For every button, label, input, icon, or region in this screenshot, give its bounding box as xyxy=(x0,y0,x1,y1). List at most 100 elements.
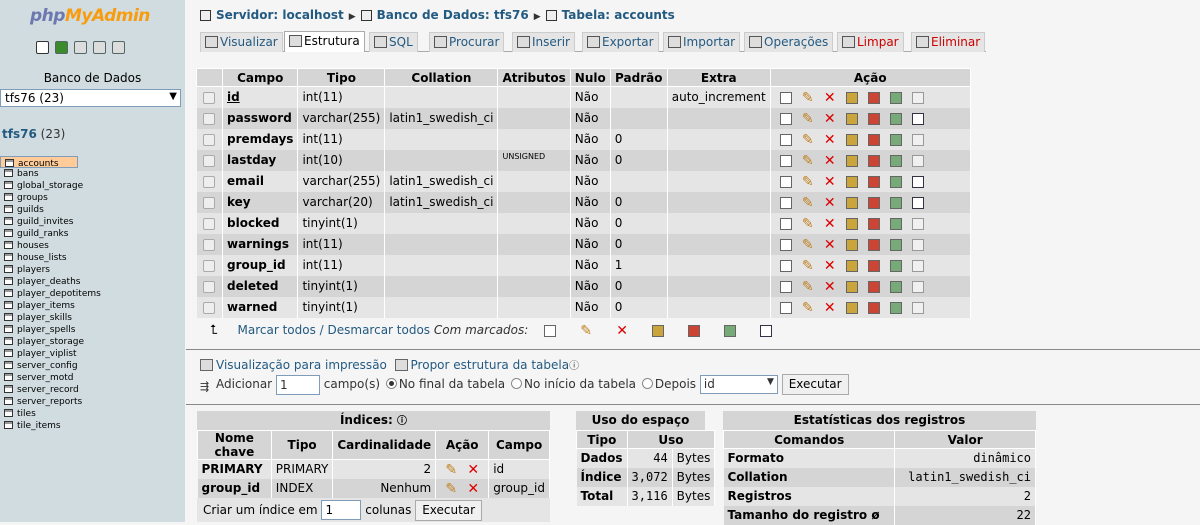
after-field-select[interactable]: id ▼ xyxy=(699,375,778,394)
browse-icon[interactable] xyxy=(779,301,792,314)
tab-procurar[interactable]: Procurar xyxy=(429,32,505,52)
sidebar-table-player_viplist[interactable]: player_viplist xyxy=(0,348,185,360)
tab-limpar[interactable]: Limpar xyxy=(837,32,904,52)
table-icon[interactable] xyxy=(4,181,13,189)
delete-icon[interactable]: ✕ xyxy=(824,154,836,168)
index-icon[interactable] xyxy=(911,280,924,293)
index-icon[interactable] xyxy=(911,238,924,251)
delete-icon[interactable]: ✕ xyxy=(616,324,628,338)
row-checkbox[interactable] xyxy=(203,154,216,167)
fulltext-icon[interactable] xyxy=(889,259,902,272)
browse-icon[interactable] xyxy=(779,259,792,272)
delete-icon[interactable]: ✕ xyxy=(824,196,836,210)
tab-importar[interactable]: Importar xyxy=(663,32,741,52)
tab-visualizar[interactable]: Visualizar xyxy=(200,32,283,52)
phpmyadmin-logo[interactable]: phpMyAdmin xyxy=(30,6,150,26)
edit-icon[interactable]: ✎ xyxy=(802,259,814,273)
tab-exportar[interactable]: Exportar xyxy=(582,32,659,52)
sidebar-table-houses[interactable]: houses xyxy=(0,240,185,252)
at-end-radio[interactable] xyxy=(385,378,397,389)
browse-icon[interactable] xyxy=(779,196,792,209)
col-padrao[interactable]: Padrão xyxy=(609,68,668,87)
delete-icon[interactable]: ✕ xyxy=(824,259,836,273)
breadcrumb-database[interactable]: Banco de Dados: tfs76 xyxy=(377,8,529,22)
delete-icon[interactable]: ✕ xyxy=(824,301,836,315)
table-icon[interactable] xyxy=(5,158,14,167)
col-campo[interactable]: Campo xyxy=(221,68,299,87)
edit-icon[interactable]: ✎ xyxy=(580,324,592,338)
docs-icon[interactable] xyxy=(93,41,106,54)
row-checkbox[interactable] xyxy=(203,217,216,230)
propose-structure-link[interactable]: Propor estrutura da tabela xyxy=(411,358,570,372)
sidebar-table-guild_ranks[interactable]: guild_ranks xyxy=(0,228,185,240)
edit-icon[interactable]: ✎ xyxy=(445,482,457,496)
unique-icon[interactable] xyxy=(867,154,880,167)
fulltext-icon[interactable] xyxy=(889,217,902,230)
sidebar-table-players[interactable]: players xyxy=(0,264,185,276)
sidebar-table-server_record[interactable]: server_record xyxy=(0,384,185,396)
create-index-count[interactable]: 1 xyxy=(321,500,362,520)
table-icon[interactable] xyxy=(4,325,13,333)
row-checkbox[interactable] xyxy=(203,259,216,272)
sidebar-table-guilds[interactable]: guilds xyxy=(0,204,185,216)
table-icon[interactable] xyxy=(4,253,13,261)
table-icon[interactable] xyxy=(4,229,13,237)
database-select[interactable]: tfs76 (23) ▼ xyxy=(0,89,181,107)
primary-key-icon[interactable] xyxy=(845,133,858,146)
fulltext-icon[interactable] xyxy=(889,301,902,314)
unique-icon[interactable] xyxy=(867,112,880,125)
edit-icon[interactable]: ✎ xyxy=(445,463,457,477)
sidebar-table-tile_items[interactable]: tile_items xyxy=(0,420,185,432)
row-checkbox[interactable] xyxy=(203,238,216,251)
edit-icon[interactable]: ✎ xyxy=(802,238,814,252)
row-checkbox[interactable] xyxy=(203,196,216,209)
table-icon[interactable] xyxy=(4,265,13,273)
edit-icon[interactable]: ✎ xyxy=(802,112,814,126)
sidebar-table-player_storage[interactable]: player_storage xyxy=(0,336,185,348)
tab-sql[interactable]: SQL xyxy=(369,32,418,52)
browse-icon[interactable] xyxy=(779,154,792,167)
breadcrumb-table[interactable]: Tabela: accounts xyxy=(562,8,675,22)
row-checkbox[interactable] xyxy=(203,280,216,293)
sidebar-table-tiles[interactable]: tiles xyxy=(0,408,185,420)
delete-icon[interactable]: ✕ xyxy=(824,238,836,252)
index-icon[interactable] xyxy=(911,217,924,230)
sidebar-table-groups[interactable]: groups xyxy=(0,192,185,204)
index-icon[interactable] xyxy=(911,112,924,125)
edit-icon[interactable]: ✎ xyxy=(802,175,814,189)
edit-icon[interactable]: ✎ xyxy=(802,91,814,105)
delete-icon[interactable]: ✕ xyxy=(824,91,836,105)
row-checkbox[interactable] xyxy=(203,175,216,188)
table-icon[interactable] xyxy=(4,193,13,201)
fulltext-icon[interactable] xyxy=(889,175,902,188)
edit-icon[interactable]: ✎ xyxy=(802,154,814,168)
col-atributos[interactable]: Atributos xyxy=(497,68,571,87)
edit-icon[interactable]: ✎ xyxy=(802,196,814,210)
unique-icon[interactable] xyxy=(867,91,880,104)
db-link[interactable]: tfs76 (23) xyxy=(2,127,65,141)
tab-estrutura[interactable]: Estrutura xyxy=(284,31,365,52)
execute-button[interactable]: Executar xyxy=(781,374,849,395)
unique-icon[interactable] xyxy=(867,238,880,251)
table-icon[interactable] xyxy=(4,301,13,309)
unique-icon[interactable] xyxy=(867,301,880,314)
sidebar-table-server_reports[interactable]: server_reports xyxy=(0,396,185,408)
unique-icon[interactable] xyxy=(867,259,880,272)
row-checkbox[interactable] xyxy=(203,112,216,125)
table-icon[interactable] xyxy=(4,361,13,369)
print-view-link[interactable]: Visualização para impressão xyxy=(216,358,387,372)
unique-icon[interactable] xyxy=(867,133,880,146)
fulltext-icon[interactable] xyxy=(889,91,902,104)
index-icon[interactable] xyxy=(911,301,924,314)
primary-key-icon[interactable] xyxy=(845,175,858,188)
table-icon[interactable] xyxy=(4,397,13,405)
edit-icon[interactable]: ✎ xyxy=(802,280,814,294)
sidebar-table-bans[interactable]: bans xyxy=(0,168,185,180)
table-icon[interactable] xyxy=(4,217,13,225)
col-tipo[interactable]: Tipo xyxy=(297,68,386,87)
edit-icon[interactable]: ✎ xyxy=(802,301,814,315)
exit-icon[interactable] xyxy=(55,41,68,54)
primary-key-icon[interactable] xyxy=(845,238,858,251)
primary-key-icon[interactable] xyxy=(845,112,858,125)
unique-icon[interactable] xyxy=(688,324,701,337)
